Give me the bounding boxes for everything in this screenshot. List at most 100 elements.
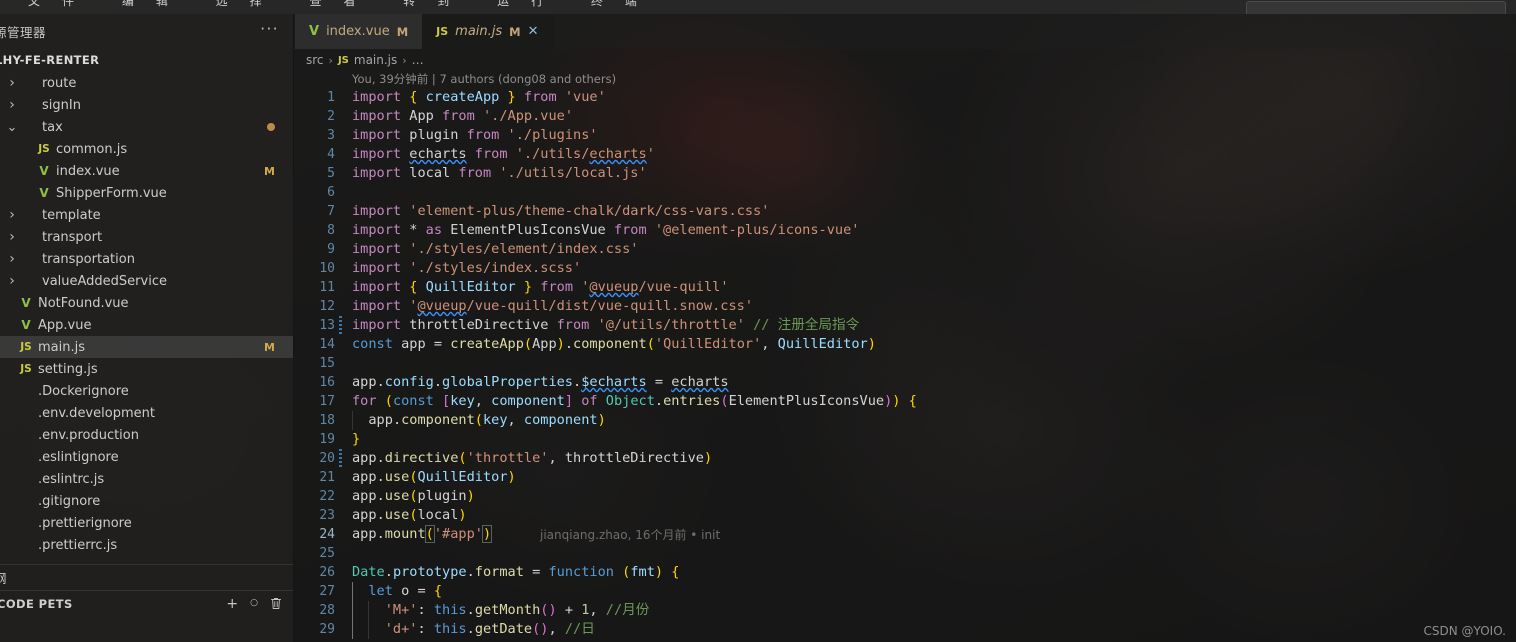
code-line[interactable]: 10 import './styles/index.scss'	[295, 259, 1516, 278]
tree-item-shipperform-vue[interactable]: V ShipperForm.vue	[0, 182, 293, 204]
tree-item-tax[interactable]: ⌄ tax	[0, 116, 293, 138]
tree-item-label: valueAddedService	[42, 273, 167, 289]
tree-item-index-vue[interactable]: Vindex.vue M	[0, 160, 293, 182]
line-number: 2	[327, 109, 335, 124]
chevron-down-icon[interactable]: ⌄	[4, 121, 20, 134]
chevron-right-icon[interactable]: ›	[4, 229, 20, 245]
tree-item-notfound-vue[interactable]: V NotFound.vue	[0, 292, 293, 314]
code-line[interactable]: 3 import plugin from './plugins'	[295, 126, 1516, 145]
editor-tab-label: main.js	[455, 24, 503, 39]
close-icon[interactable]: ✕	[528, 24, 539, 39]
tree-item-setting-js[interactable]: JS setting.js	[0, 358, 293, 380]
editor-tab-bar[interactable]: Vindex.vue M JS main.js M ✕	[295, 14, 1516, 49]
tree-item-route[interactable]: › route	[0, 72, 293, 94]
code-line[interactable]: 18 app.component(key, component)	[295, 411, 1516, 430]
code-line[interactable]: 11 import { QuillEditor } from '@vueup/vu…	[295, 278, 1516, 297]
command-center-search[interactable]	[1246, 1, 1506, 14]
code-line[interactable]: 5 import local from './utils/local.js'	[295, 164, 1516, 183]
code-line[interactable]: 13 import throttleDirective from '@/utils…	[295, 316, 1516, 335]
js-file-icon: JS	[38, 143, 50, 155]
code-line[interactable]: 27 let o = {	[295, 582, 1516, 601]
circle-icon[interactable]: ○	[250, 599, 258, 608]
tree-item-main-js[interactable]: JS main.js M	[0, 336, 293, 358]
tree-item-gitignore[interactable]: .gitignore	[0, 490, 293, 512]
code-line[interactable]: 6	[295, 183, 1516, 202]
code-line[interactable]: 1 import { createApp } from 'vue'	[295, 88, 1516, 107]
chevron-right-icon[interactable]: ›	[4, 97, 20, 113]
chevron-right-icon[interactable]: ›	[4, 251, 20, 267]
code-line[interactable]: 19}	[295, 430, 1516, 449]
code-line-text: import local from './utils/local.js'	[352, 165, 647, 181]
tree-item-eslintrc-js[interactable]: .eslintrc.js	[0, 468, 293, 490]
tree-item-signin[interactable]: › signIn	[0, 94, 293, 116]
code-line[interactable]: 16 app.config.globalProperties.$echarts =…	[295, 373, 1516, 392]
tree-item-label: .prettierrc.js	[38, 537, 118, 553]
trash-icon[interactable]	[270, 597, 282, 611]
vue-file-icon: V	[39, 164, 49, 178]
editor-tab-main-js[interactable]: JS main.js M ✕	[422, 14, 553, 49]
file-tree[interactable]: › route › signIn ⌄ tax JS common.js Vindex.vue M V…	[0, 71, 293, 556]
code-line[interactable]: 2 import App from './App.vue'	[295, 107, 1516, 126]
code-line[interactable]: 23 app.use(local)	[295, 506, 1516, 525]
tree-item-app-vue[interactable]: V App.vue	[0, 314, 293, 336]
outline-panel-header[interactable]: 纲	[0, 564, 293, 590]
line-number: 1	[327, 90, 335, 105]
code-line[interactable]: 9 import './styles/element/index.css'	[295, 240, 1516, 259]
code-line[interactable]: 7 import 'element-plus/theme-chalk/dark/c…	[295, 202, 1516, 221]
code-lines[interactable]: 1 import { createApp } from 'vue' 2 import …	[295, 88, 1516, 639]
code-line[interactable]: 14 const app = createApp(App).component('…	[295, 335, 1516, 354]
codepets-panel-header[interactable]: CODE PETS + ○	[0, 590, 293, 616]
inline-git-blame: jianqiang.zhao, 16个月前 • init	[540, 528, 721, 542]
tree-item-env-production[interactable]: .env.production	[0, 424, 293, 446]
js-file-icon: JS	[20, 363, 32, 375]
code-line[interactable]: 20 app.directive('throttle', throttleDire…	[295, 449, 1516, 468]
code-line-text: app.directive('throttle', throttleDirect…	[352, 450, 713, 466]
menu-bar[interactable]: 文件 编辑 选择 查看 转到 运行 终端	[0, 0, 1516, 14]
tree-item-prettierrc-js[interactable]: .prettierrc.js	[0, 534, 293, 556]
project-root-row[interactable]: LHY-FE-RENTER	[0, 49, 293, 71]
tree-item-common-js[interactable]: JS common.js	[0, 138, 293, 160]
chevron-right-icon[interactable]: ›	[4, 75, 20, 91]
code-line[interactable]: 26 Date.prototype.format = function (fmt)…	[295, 563, 1516, 582]
line-number: 18	[319, 413, 335, 428]
code-line[interactable]: 12 import '@vueup/vue-quill/dist/vue-quil…	[295, 297, 1516, 316]
breadcrumb-item[interactable]: …	[412, 53, 424, 67]
code-line-text: import { QuillEditor } from '@vueup/vue-…	[352, 279, 729, 295]
vue-file-icon: V	[39, 186, 49, 200]
tree-item-valueaddedservice[interactable]: › valueAddedService	[0, 270, 293, 292]
code-line[interactable]: 15	[295, 354, 1516, 373]
tree-item-dockerignore[interactable]: .Dockerignore	[0, 380, 293, 402]
breadcrumb-item[interactable]: src	[306, 53, 324, 67]
code-line[interactable]: 4 import echarts from './utils/echarts'	[295, 145, 1516, 164]
breadcrumb-item[interactable]: main.js	[354, 53, 397, 67]
tree-item-label: NotFound.vue	[38, 295, 129, 311]
code-line-text: import plugin from './plugins'	[352, 127, 598, 143]
tree-item-env-development[interactable]: .env.development	[0, 402, 293, 424]
chevron-right-icon[interactable]: ›	[4, 273, 20, 289]
code-line[interactable]: 25	[295, 544, 1516, 563]
menu-bar-items[interactable]: 文件 编辑 选择 查看 转到 运行 终端	[28, 0, 659, 9]
chevron-right-icon[interactable]: ›	[4, 207, 20, 223]
code-line[interactable]: 24 app.mount('#app') jianqiang.zhao, 16个月前…	[295, 525, 1516, 544]
editor-tab-index-vue[interactable]: Vindex.vue M	[295, 14, 423, 49]
code-line[interactable]: 17 for (const [key, component] of Object.…	[295, 392, 1516, 411]
code-line[interactable]: 21 app.use(QuillEditor)	[295, 468, 1516, 487]
tree-item-transport[interactable]: › transport	[0, 226, 293, 248]
code-line[interactable]: 28 'M+': this.getMonth() + 1, //月份	[295, 601, 1516, 620]
code-line[interactable]: 29 'd+': this.getDate(), //日	[295, 620, 1516, 639]
code-editor[interactable]: You, 39分钟前 | 7 authors (dong08 and other…	[295, 71, 1516, 642]
tree-item-prettierignore[interactable]: .prettierignore	[0, 512, 293, 534]
tree-item-eslintignore[interactable]: .eslintignore	[0, 446, 293, 468]
tree-item-template[interactable]: › template	[0, 204, 293, 226]
code-line-text: app.config.globalProperties.$echarts = e…	[352, 374, 729, 390]
breadcrumb[interactable]: src › JS main.js ›…	[295, 49, 1516, 71]
tree-item-label: template	[42, 207, 101, 223]
plus-icon[interactable]: +	[226, 597, 238, 611]
code-line[interactable]: 8 import * as ElementPlusIconsVue from '@…	[295, 221, 1516, 240]
tree-item-label: transportation	[42, 251, 135, 267]
line-number: 17	[319, 394, 335, 409]
codepets-panel-label: CODE PETS	[0, 596, 73, 611]
code-line[interactable]: 22 app.use(plugin)	[295, 487, 1516, 506]
tree-item-transportation[interactable]: › transportation	[0, 248, 293, 270]
ellipsis-icon[interactable]: ···	[258, 21, 281, 39]
